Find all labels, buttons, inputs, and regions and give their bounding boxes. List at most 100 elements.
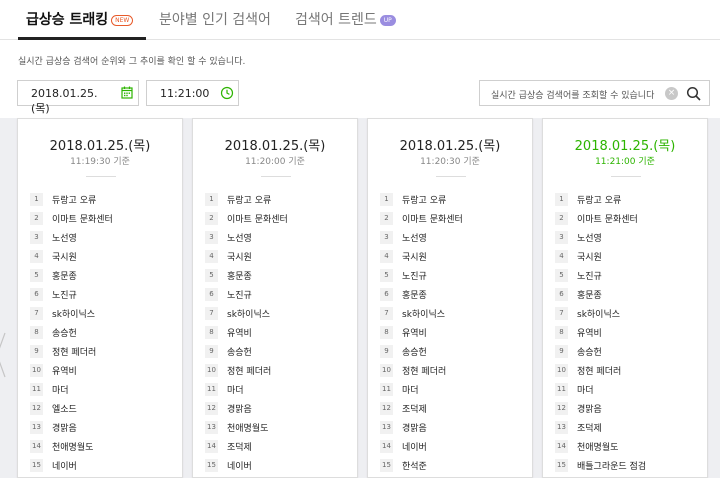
keyword-link[interactable]: 송승헌 — [227, 345, 252, 358]
keyword-link[interactable]: 마더 — [402, 383, 419, 396]
keyword-link[interactable]: 유역비 — [52, 364, 77, 377]
keyword-link[interactable]: sk하이닉스 — [227, 307, 270, 320]
list-item[interactable]: 3 노선영 — [205, 228, 350, 247]
list-item[interactable]: 14 조덕제 — [205, 437, 350, 456]
list-item[interactable]: 10 정현 페더러 — [205, 361, 350, 380]
keyword-link[interactable]: 듀랑고 오류 — [402, 193, 446, 206]
list-item[interactable]: 12 엘소드 — [30, 399, 175, 418]
list-item[interactable]: 1 듀랑고 오류 — [380, 190, 525, 209]
chevron-left-icon[interactable] — [0, 330, 8, 380]
keyword-link[interactable]: 유역비 — [402, 326, 427, 339]
list-item[interactable]: 4 국시원 — [205, 247, 350, 266]
list-item[interactable]: 10 정현 페더러 — [555, 361, 700, 380]
list-item[interactable]: 13 천애명월도 — [205, 418, 350, 437]
list-item[interactable]: 10 유역비 — [30, 361, 175, 380]
list-item[interactable]: 15 네이버 — [30, 456, 175, 475]
list-item[interactable]: 7 sk하이닉스 — [555, 304, 700, 323]
keyword-link[interactable]: 조덕제 — [402, 402, 427, 415]
time-field[interactable]: 11:21:00 — [146, 80, 216, 106]
search-box[interactable]: 실시간 급상승 검색어를 조회할 수 있습니다 × — [479, 80, 710, 106]
keyword-link[interactable]: 정현 페더러 — [402, 364, 446, 377]
keyword-link[interactable]: 유역비 — [577, 326, 602, 339]
list-item[interactable]: 2 이마트 문화센터 — [205, 209, 350, 228]
list-item[interactable]: 4 국시원 — [30, 247, 175, 266]
keyword-link[interactable]: 한석준 — [402, 459, 427, 472]
keyword-link[interactable]: 국시원 — [402, 250, 427, 263]
keyword-link[interactable]: 국시원 — [577, 250, 602, 263]
keyword-link[interactable]: 노진규 — [402, 269, 427, 282]
list-item[interactable]: 11 마더 — [555, 380, 700, 399]
list-item[interactable]: 5 노진규 — [380, 266, 525, 285]
list-item[interactable]: 13 조덕제 — [555, 418, 700, 437]
keyword-link[interactable]: 노선영 — [227, 231, 252, 244]
list-item[interactable]: 12 경맑음 — [205, 399, 350, 418]
keyword-link[interactable]: 엘소드 — [52, 402, 77, 415]
list-item[interactable]: 8 유역비 — [205, 323, 350, 342]
list-item[interactable]: 1 듀랑고 오류 — [555, 190, 700, 209]
keyword-link[interactable]: 국시원 — [227, 250, 252, 263]
keyword-link[interactable]: 듀랑고 오류 — [577, 193, 621, 206]
list-item[interactable]: 15 네이버 — [205, 456, 350, 475]
keyword-link[interactable]: 이마트 문화센터 — [577, 212, 638, 225]
keyword-link[interactable]: 네이버 — [402, 440, 427, 453]
keyword-link[interactable]: 이마트 문화센터 — [227, 212, 288, 225]
keyword-link[interactable]: 마더 — [227, 383, 244, 396]
list-item[interactable]: 9 송승헌 — [205, 342, 350, 361]
keyword-link[interactable]: 이마트 문화센터 — [52, 212, 113, 225]
list-item[interactable]: 5 홍문종 — [205, 266, 350, 285]
list-item[interactable]: 6 노진규 — [30, 285, 175, 304]
keyword-link[interactable]: 송승헌 — [52, 326, 77, 339]
list-item[interactable]: 7 sk하이닉스 — [205, 304, 350, 323]
keyword-link[interactable]: 네이버 — [52, 459, 77, 472]
keyword-link[interactable]: 경맑음 — [227, 402, 252, 415]
list-item[interactable]: 6 홍문종 — [555, 285, 700, 304]
list-item[interactable]: 2 이마트 문화센터 — [30, 209, 175, 228]
list-item[interactable]: 8 송승헌 — [30, 323, 175, 342]
list-item[interactable]: 1 듀랑고 오류 — [30, 190, 175, 209]
list-item[interactable]: 3 노선영 — [555, 228, 700, 247]
search-icon[interactable] — [685, 85, 703, 103]
list-item[interactable]: 5 노진규 — [555, 266, 700, 285]
keyword-link[interactable]: 마더 — [577, 383, 594, 396]
list-item[interactable]: 7 sk하이닉스 — [30, 304, 175, 323]
keyword-link[interactable]: 배틀그라운드 점검 — [577, 459, 646, 472]
keyword-link[interactable]: 조덕제 — [577, 421, 602, 434]
keyword-link[interactable]: 노선영 — [402, 231, 427, 244]
keyword-link[interactable]: 홍문종 — [402, 288, 427, 301]
keyword-link[interactable]: 노진규 — [52, 288, 77, 301]
date-field[interactable]: 2018.01.25. (목) — [17, 80, 116, 115]
list-item[interactable]: 3 노선영 — [380, 228, 525, 247]
list-item[interactable]: 14 천애명월도 — [30, 437, 175, 456]
keyword-link[interactable]: 천애명월도 — [227, 421, 268, 434]
keyword-link[interactable]: 노진규 — [227, 288, 252, 301]
keyword-link[interactable]: 노선영 — [52, 231, 77, 244]
keyword-link[interactable]: 네이버 — [227, 459, 252, 472]
list-item[interactable]: 9 송승헌 — [380, 342, 525, 361]
keyword-link[interactable]: 노선영 — [577, 231, 602, 244]
tab-rising-tracking[interactable]: 급상승 트래킹 NEW — [26, 9, 134, 29]
keyword-link[interactable]: 송승헌 — [577, 345, 602, 358]
list-item[interactable]: 11 마더 — [205, 380, 350, 399]
list-item[interactable]: 13 경맑음 — [30, 418, 175, 437]
list-item[interactable]: 6 홍문종 — [380, 285, 525, 304]
keyword-link[interactable]: 유역비 — [227, 326, 252, 339]
keyword-link[interactable]: 경맑음 — [52, 421, 77, 434]
list-item[interactable]: 8 유역비 — [380, 323, 525, 342]
list-item[interactable]: 4 국시원 — [380, 247, 525, 266]
keyword-link[interactable]: 이마트 문화센터 — [402, 212, 463, 225]
list-item[interactable]: 12 조덕제 — [380, 399, 525, 418]
keyword-link[interactable]: 마더 — [52, 383, 69, 396]
list-item[interactable]: 10 정현 페더러 — [380, 361, 525, 380]
keyword-link[interactable]: 듀랑고 오류 — [52, 193, 96, 206]
keyword-link[interactable]: 듀랑고 오류 — [227, 193, 271, 206]
clock-button[interactable] — [215, 80, 239, 106]
list-item[interactable]: 14 천애명월도 — [555, 437, 700, 456]
list-item[interactable]: 7 sk하이닉스 — [380, 304, 525, 323]
keyword-link[interactable]: 홍문종 — [577, 288, 602, 301]
list-item[interactable]: 4 국시원 — [555, 247, 700, 266]
list-item[interactable]: 13 경맑음 — [380, 418, 525, 437]
keyword-link[interactable]: 홍문종 — [227, 269, 252, 282]
list-item[interactable]: 2 이마트 문화센터 — [380, 209, 525, 228]
clear-icon[interactable]: × — [665, 87, 678, 100]
keyword-link[interactable]: sk하이닉스 — [402, 307, 445, 320]
